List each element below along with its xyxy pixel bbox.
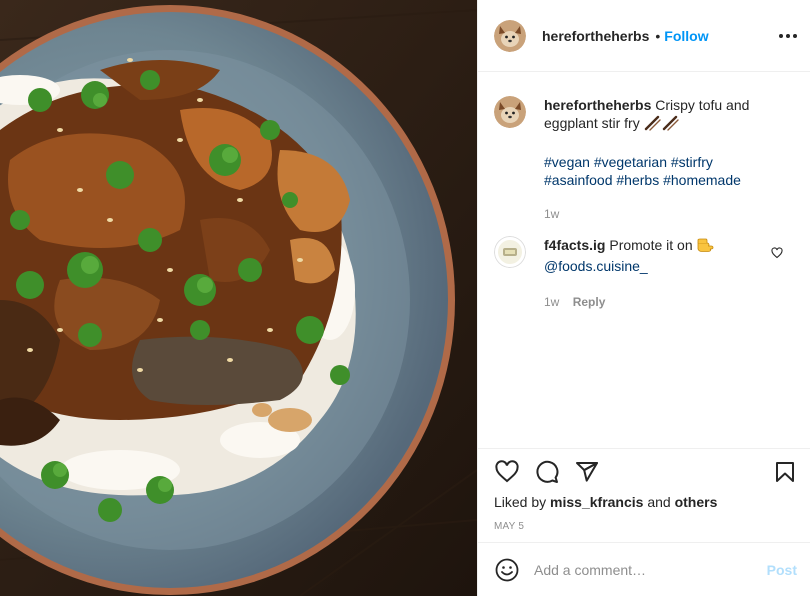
comment-text: Promote it on [609, 237, 693, 253]
comment-like-heart-icon[interactable] [771, 246, 783, 259]
bookmark-icon[interactable] [772, 459, 798, 485]
caption-username[interactable]: herefortheherbs [544, 97, 651, 113]
comment-item: f4facts.ig Promote it on @foods.cuisine_… [494, 236, 794, 311]
post-actions: Liked by miss_kfrancis and others MAY 5 … [478, 448, 810, 596]
author-avatar[interactable] [494, 19, 526, 52]
post-header: herefortheherbs • Follow [478, 0, 810, 72]
liked-by-user[interactable]: miss_kfrancis [550, 494, 643, 510]
follow-button[interactable]: Follow [664, 28, 708, 44]
smiley-icon[interactable] [494, 557, 520, 583]
comments-section: herefortheherbs Crispy tofu and eggplant… [478, 72, 810, 448]
comment-username[interactable]: f4facts.ig [544, 237, 605, 253]
chopsticks-emoji-icon [644, 115, 680, 135]
add-comment-bar: Post [478, 542, 810, 596]
post-details-panel: herefortheherbs • Follow herefortheherbs… [477, 0, 810, 596]
comment-icon[interactable] [534, 459, 560, 485]
author-username[interactable]: herefortheherbs [542, 28, 649, 44]
heart-icon[interactable] [494, 459, 520, 485]
comment-time[interactable]: 1w [544, 295, 559, 309]
post-image[interactable] [0, 0, 477, 596]
reply-button[interactable]: Reply [573, 295, 606, 309]
liked-by-prefix: Liked by [494, 494, 547, 510]
comment-input[interactable] [534, 562, 754, 578]
post-comment-button[interactable]: Post [767, 562, 797, 578]
caption-time[interactable]: 1w [544, 205, 784, 223]
pointing-hand-emoji-icon [697, 237, 715, 257]
liked-by-text: Liked by miss_kfrancis and others [494, 494, 717, 510]
caption: herefortheherbs Crispy tofu and eggplant… [494, 96, 794, 223]
more-options-icon[interactable] [779, 27, 797, 45]
comment-mention[interactable]: @foods.cuisine_ [544, 258, 648, 274]
post-date[interactable]: MAY 5 [494, 521, 524, 532]
share-icon[interactable] [574, 459, 600, 485]
liked-by-others[interactable]: others [675, 494, 718, 510]
caption-hashtags[interactable]: #vegan #vegetarian #stirfry #asainfood #… [544, 153, 784, 189]
caption-avatar[interactable] [494, 96, 526, 128]
liked-by-and: and [647, 494, 671, 510]
commenter-avatar[interactable] [494, 236, 526, 268]
separator-dot: • [655, 27, 661, 44]
